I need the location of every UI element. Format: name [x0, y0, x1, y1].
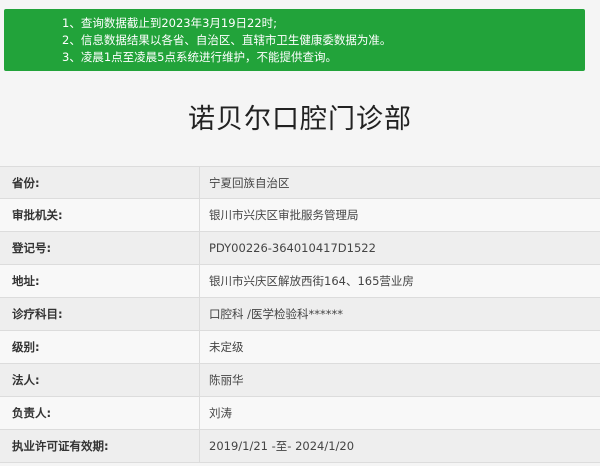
notice-line: 1、查询数据截止到2023年3月19日22时; [62, 16, 278, 30]
row-label: 执业许可证有效期: [0, 430, 200, 462]
row-value: 宁夏回族自治区 [209, 176, 290, 190]
row-label: 诊疗科目: [0, 298, 200, 330]
info-row-level: 级别: 未定级 [0, 331, 600, 364]
row-value: PDY00226-364010417D1522 [209, 241, 376, 255]
info-row-province: 省份: 宁夏回族自治区 [0, 166, 600, 199]
clinic-info-table: 省份: 宁夏回族自治区 审批机关: 银川市兴庆区审批服务管理局 登记号: PDY… [0, 166, 600, 463]
row-value: 刘涛 [209, 406, 232, 420]
info-row-registration-number: 登记号: PDY00226-364010417D1522 [0, 232, 600, 265]
row-label: 省份: [0, 167, 200, 198]
notice-line: 2、信息数据结果以各省、自治区、直辖市卫生健康委数据为准。 [62, 33, 392, 47]
info-row-license-validity: 执业许可证有效期: 2019/1/21 -至- 2024/1/20 [0, 430, 600, 463]
row-value: 银川市兴庆区审批服务管理局 [209, 208, 359, 222]
row-label: 登记号: [0, 232, 200, 264]
row-value: 口腔科 /医学检验科****** [209, 307, 344, 321]
info-row-approval-authority: 审批机关: 银川市兴庆区审批服务管理局 [0, 199, 600, 232]
row-label: 审批机关: [0, 199, 200, 231]
info-row-person-in-charge: 负责人: 刘涛 [0, 397, 600, 430]
row-label: 法人: [0, 364, 200, 396]
row-value: 陈丽华 [209, 373, 244, 387]
notice-line: 3、凌晨1点至凌晨5点系统进行维护，不能提供查询。 [62, 50, 337, 64]
clinic-title: 诺贝尔口腔门诊部 [188, 104, 412, 135]
info-row-departments: 诊疗科目: 口腔科 /医学检验科****** [0, 298, 600, 331]
row-value: 未定级 [209, 340, 244, 354]
row-label: 级别: [0, 331, 200, 363]
info-row-legal-person: 法人: 陈丽华 [0, 364, 600, 397]
notice-banner: 1、查询数据截止到2023年3月19日22时; 2、信息数据结果以各省、自治区、… [4, 9, 585, 71]
info-row-address: 地址: 银川市兴庆区解放西街164、165营业房 [0, 265, 600, 298]
row-value: 银川市兴庆区解放西街164、165营业房 [209, 274, 414, 288]
row-label: 地址: [0, 265, 200, 297]
row-value: 2019/1/21 -至- 2024/1/20 [209, 439, 355, 453]
row-label: 负责人: [0, 397, 200, 429]
